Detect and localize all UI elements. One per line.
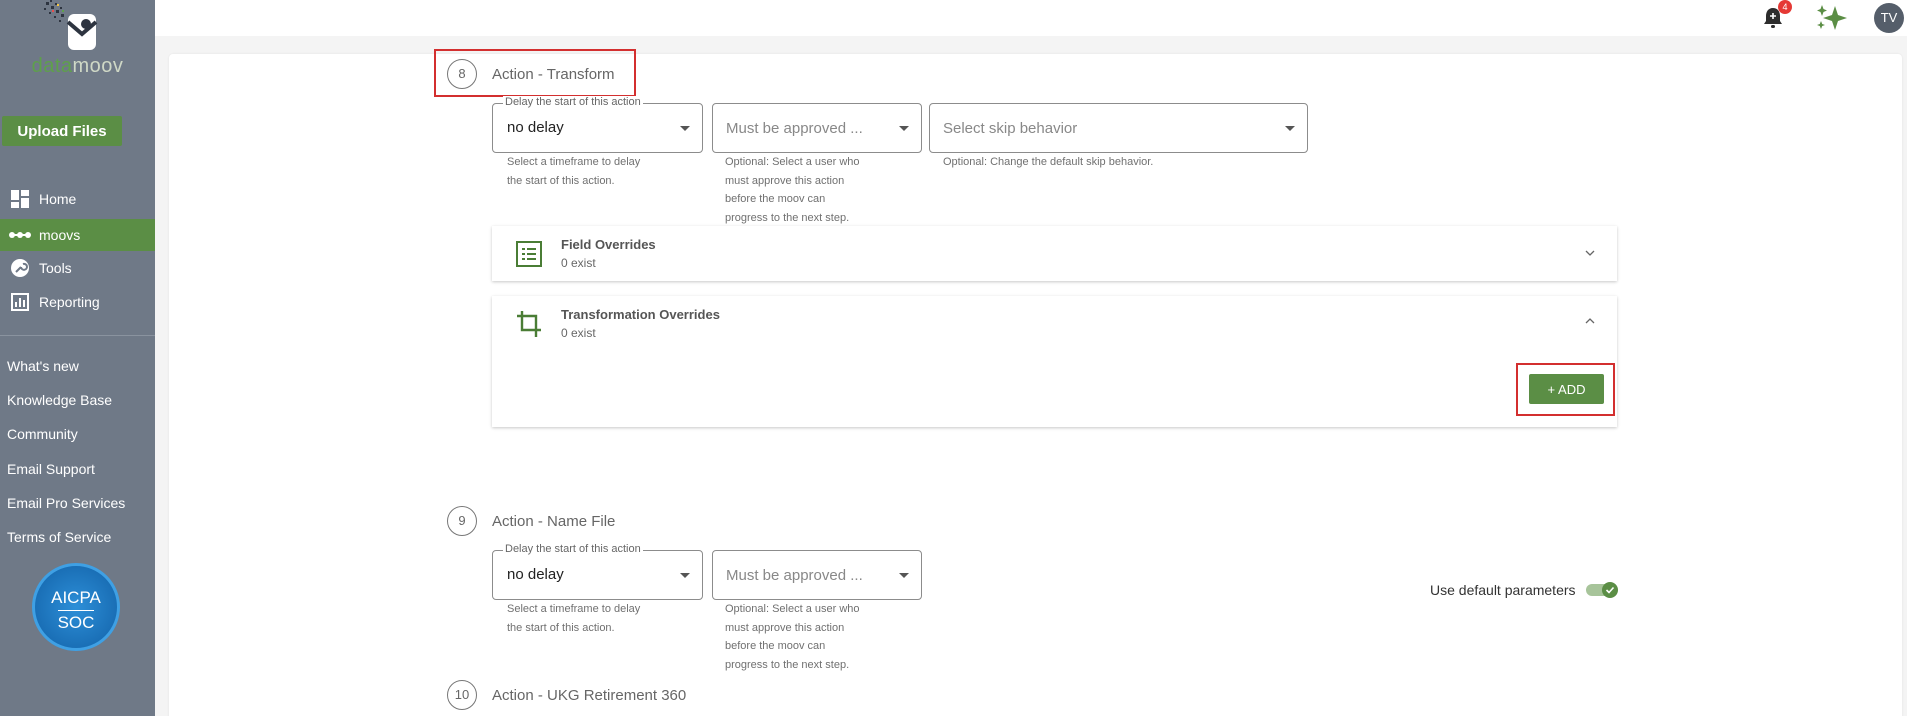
step-9-number: 9 xyxy=(447,506,477,536)
approval-helper-line: Optional: Select a user who xyxy=(725,603,860,615)
upload-files-button[interactable]: Upload Files xyxy=(2,116,122,146)
soc-badge-line2: SOC xyxy=(57,610,95,633)
logo-word-data: data xyxy=(31,55,73,77)
approval-select-placeholder: Must be approved ... xyxy=(726,120,863,137)
chevron-down-icon[interactable] xyxy=(1585,248,1595,258)
step-8-approval-helper: Optional: Select a user who must approve… xyxy=(725,153,860,227)
list-form-icon xyxy=(516,241,542,267)
use-default-parameters-label: Use default parameters xyxy=(1430,582,1576,598)
step-9-delay-select[interactable]: Delay the start of this action no delay xyxy=(492,543,703,600)
caret-down-icon xyxy=(1285,126,1295,131)
step-8-delay-select[interactable]: Delay the start of this action no delay xyxy=(492,96,703,153)
soc-badge-line1: AICPA xyxy=(51,588,101,607)
transformation-overrides-count: 0 exist xyxy=(561,326,596,340)
delay-select-legend: Delay the start of this action xyxy=(503,543,643,555)
terms-of-service-link[interactable]: Terms of Service xyxy=(7,529,111,545)
moovs-dots-icon xyxy=(9,226,31,244)
approval-helper-line: Optional: Select a user who xyxy=(725,156,860,168)
logo-word-moov: moov xyxy=(72,55,124,77)
step-9-approval-select[interactable]: Must be approved ... xyxy=(712,550,922,600)
skip-select-placeholder: Select skip behavior xyxy=(943,120,1078,137)
step-8-skip-select[interactable]: Select skip behavior xyxy=(929,103,1308,153)
step-8-title: Action - Transform xyxy=(492,66,615,83)
approval-helper-line: must approve this action xyxy=(725,621,845,634)
community-link[interactable]: Community xyxy=(7,426,78,442)
step-8-approval-select[interactable]: Must be approved ... xyxy=(712,103,922,153)
field-overrides-count: 0 exist xyxy=(561,256,596,270)
delay-helper-line: the start of this action. xyxy=(507,621,615,634)
dashboard-icon xyxy=(9,190,31,208)
knowledge-base-link[interactable]: Knowledge Base xyxy=(7,392,112,408)
crop-icon xyxy=(517,311,541,337)
step-8-delay-helper: Select a timeframe to delay the start of… xyxy=(507,153,640,190)
add-transformation-override-button[interactable]: + ADD xyxy=(1529,374,1604,404)
step-10-title: Action - UKG Retirement 360 xyxy=(492,687,687,704)
chevron-up-icon[interactable] xyxy=(1585,316,1595,326)
approval-helper-line: before the moov can xyxy=(725,640,826,652)
sidebar: datamoov Upload Files Home moovs Tools R… xyxy=(0,0,155,716)
email-support-link[interactable]: Email Support xyxy=(7,461,95,477)
approval-helper-line: before the moov can xyxy=(725,193,826,205)
field-overrides-title: Field Overrides xyxy=(561,237,656,252)
delay-select-value: no delay xyxy=(507,566,564,583)
sidebar-item-home[interactable]: Home xyxy=(0,183,155,215)
ai-sparkle-icon[interactable] xyxy=(1815,4,1849,32)
email-pro-services-link[interactable]: Email Pro Services xyxy=(7,495,125,511)
sidebar-item-label: Reporting xyxy=(39,294,100,310)
step-9-approval-helper: Optional: Select a user who must approve… xyxy=(725,600,860,674)
step-10-number: 10 xyxy=(447,680,477,710)
sidebar-item-reporting[interactable]: Reporting xyxy=(0,286,155,318)
datamoov-logo-mark xyxy=(44,0,98,50)
step-8-number: 8 xyxy=(447,59,477,89)
transformation-overrides-title: Transformation Overrides xyxy=(561,307,720,322)
notification-count-badge: 4 xyxy=(1778,0,1792,14)
delay-helper-line: the start of this action. xyxy=(507,174,615,187)
user-avatar[interactable]: TV xyxy=(1874,3,1904,33)
sidebar-item-label: Home xyxy=(39,191,77,207)
delay-helper-line: Select a timeframe to delay xyxy=(507,156,641,168)
step-9-delay-helper: Select a timeframe to delay the start of… xyxy=(507,600,640,637)
bar-chart-icon xyxy=(9,293,31,311)
approval-helper-line: must approve this action xyxy=(725,174,845,187)
sidebar-item-label: moovs xyxy=(39,227,81,243)
step-9-title: Action - Name File xyxy=(492,513,616,530)
approval-helper-line: progress to the next step. xyxy=(725,658,850,671)
delay-helper-line: Select a timeframe to delay xyxy=(507,603,641,615)
wrench-icon xyxy=(9,259,31,277)
sidebar-item-tools[interactable]: Tools xyxy=(0,252,155,284)
logo-wordmark: datamoov xyxy=(0,55,155,78)
transformation-overrides-panel[interactable]: Transformation Overrides 0 exist xyxy=(492,296,1617,427)
caret-down-icon xyxy=(899,126,909,131)
sidebar-divider xyxy=(0,335,155,336)
sidebar-item-label: Tools xyxy=(39,260,72,276)
sidebar-item-moovs[interactable]: moovs xyxy=(0,219,155,251)
caret-down-icon xyxy=(680,126,690,131)
field-overrides-panel[interactable]: Field Overrides 0 exist xyxy=(492,226,1617,281)
delay-select-value: no delay xyxy=(507,119,564,136)
aicpa-soc-badge: AICPA SOC xyxy=(32,563,120,651)
step-8-skip-helper: Optional: Change the default skip behavi… xyxy=(943,156,1154,168)
caret-down-icon xyxy=(899,573,909,578)
top-bar xyxy=(155,0,1907,36)
approval-select-placeholder: Must be approved ... xyxy=(726,567,863,584)
approval-helper-line: progress to the next step. xyxy=(725,211,850,224)
datamoov-logo[interactable]: datamoov xyxy=(0,0,155,78)
use-default-parameters-toggle[interactable] xyxy=(1586,582,1618,598)
whats-new-link[interactable]: What's new xyxy=(7,358,79,374)
caret-down-icon xyxy=(680,573,690,578)
delay-select-legend: Delay the start of this action xyxy=(503,96,643,108)
